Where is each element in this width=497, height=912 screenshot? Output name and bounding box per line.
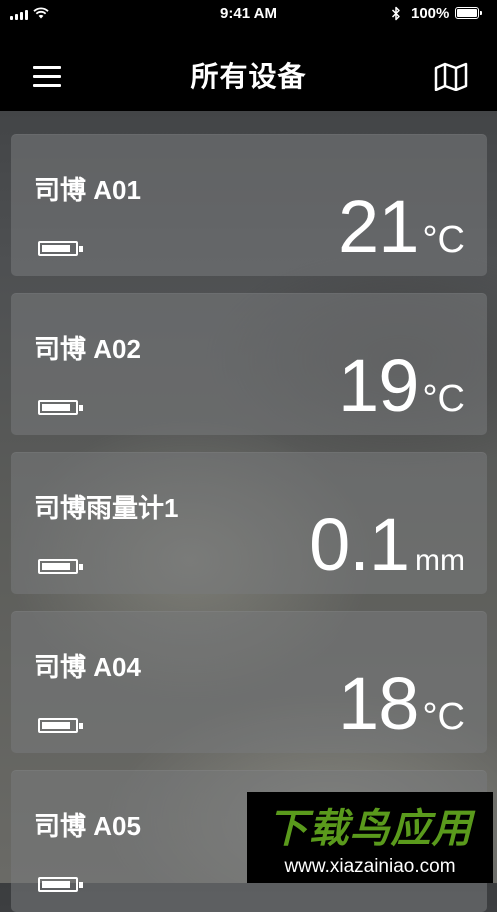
battery-icon: [38, 559, 83, 574]
reading-unit: °C: [422, 219, 465, 261]
reading-value: 19: [338, 344, 419, 427]
reading-unit: mm: [415, 544, 465, 577]
watermark-url: www.xiazainiao.com: [284, 856, 456, 877]
status-battery-icon: [455, 7, 482, 19]
nav-bar: 所有设备: [0, 28, 497, 111]
battery-percent: 100%: [411, 5, 450, 22]
battery-icon: [38, 877, 83, 892]
map-icon[interactable]: [434, 61, 468, 91]
device-name: 司博 A04: [34, 652, 141, 682]
device-name: 司博 A02: [34, 334, 141, 364]
device-reading: 18 °C: [338, 667, 465, 741]
battery-icon: [38, 400, 83, 415]
reading-unit: °C: [422, 378, 465, 420]
device-card[interactable]: 司博 A04 18 °C: [11, 611, 487, 753]
reading-value: 21: [338, 185, 419, 268]
reading-value: 18: [338, 662, 419, 745]
device-reading: 19 °C: [338, 349, 465, 423]
battery-icon: [38, 241, 83, 256]
battery-icon: [38, 718, 83, 733]
device-card[interactable]: 司博雨量计1 0.1 mm: [11, 452, 487, 594]
status-bar: 9:41 AM 100%: [0, 0, 497, 28]
device-reading: 0.1 mm: [309, 508, 465, 582]
bluetooth-icon: [391, 6, 400, 21]
device-name: 司博 A01: [34, 175, 141, 205]
device-card[interactable]: 司博 A01 21 °C: [11, 134, 487, 276]
reading-value: 0.1: [309, 503, 410, 586]
page-title: 所有设备: [190, 61, 307, 92]
device-name: 司博 A05: [34, 811, 141, 841]
device-reading: 21 °C: [338, 190, 465, 264]
watermark: 下载鸟应用 www.xiazainiao.com: [247, 792, 493, 883]
device-card[interactable]: 司博 A02 19 °C: [11, 293, 487, 435]
device-name: 司博雨量计1: [34, 493, 179, 523]
watermark-title: 下载鸟应用: [267, 807, 473, 851]
reading-unit: °C: [422, 696, 465, 738]
